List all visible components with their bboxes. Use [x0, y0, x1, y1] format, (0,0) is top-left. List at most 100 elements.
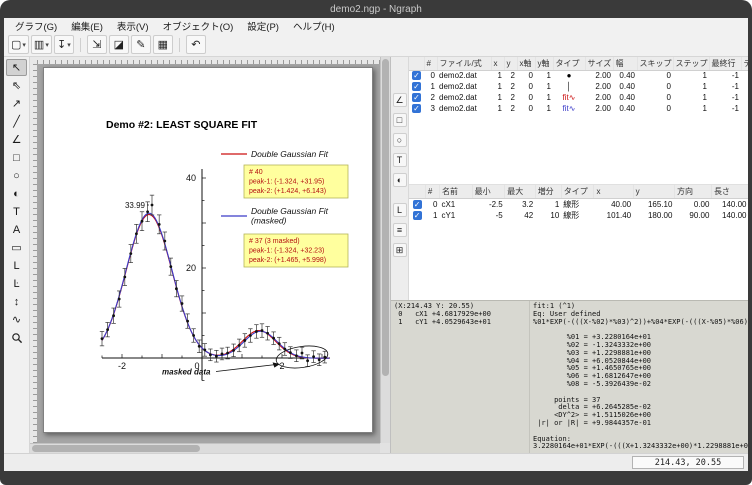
- cell: 1: [491, 92, 504, 103]
- cell: 0.40: [613, 70, 637, 81]
- data-file-row[interactable]: ✓0demo2.dat1201●2.000.4001-1: [409, 70, 748, 81]
- column-header[interactable]: ステップ: [673, 57, 709, 70]
- column-header[interactable]: y: [633, 185, 674, 198]
- menu-view[interactable]: 表示(V): [110, 19, 156, 33]
- column-header[interactable]: 最大: [505, 185, 535, 198]
- axis-pointer-tool[interactable]: ↗: [6, 95, 27, 112]
- vertical-ruler: [30, 64, 37, 443]
- row-checkbox[interactable]: ✓: [413, 211, 422, 220]
- vertical-scrollbar-thumb[interactable]: [382, 59, 389, 376]
- row-checkbox[interactable]: ✓: [412, 93, 421, 102]
- column-header[interactable]: サイズ: [585, 57, 613, 70]
- row-checkbox[interactable]: ✓: [412, 82, 421, 91]
- circle-tool[interactable]: ○: [6, 167, 27, 184]
- zoom-tool[interactable]: [6, 329, 27, 346]
- frame-graph-tool[interactable]: L: [6, 257, 27, 274]
- horizontal-scrollbar[interactable]: [30, 443, 380, 453]
- cell: 0.40: [613, 103, 637, 114]
- legend-label-0: Double Gaussian Fit: [251, 149, 329, 159]
- column-header[interactable]: スキップ: [637, 57, 673, 70]
- menu-edit[interactable]: 編集(E): [64, 19, 110, 33]
- column-header[interactable]: 長さ: [711, 185, 748, 198]
- cell: 90.00: [674, 210, 711, 221]
- column-header[interactable]: #: [425, 185, 439, 198]
- axis-list: #名前最小最大増分タイプxy方向長さ✓0cX1-2.53.21線形40.0016…: [409, 185, 748, 300]
- vertical-scrollbar[interactable]: [380, 57, 390, 443]
- plot-type-icon: │: [567, 82, 572, 91]
- load-data-button[interactable]: ▥▾: [31, 35, 52, 54]
- menu-preference[interactable]: 設定(P): [240, 19, 286, 33]
- undo-button[interactable]: ↶: [186, 35, 206, 54]
- column-header[interactable]: デー: [741, 57, 748, 70]
- axis-row[interactable]: ✓1cY1-54210線形101.40180.0090.00140.00: [409, 210, 748, 221]
- circle-objects-tab[interactable]: ○: [393, 133, 407, 147]
- dropdown-arrow-icon[interactable]: ▾: [67, 41, 71, 49]
- axis-row[interactable]: ✓0cX1-2.53.21線形40.00165.100.00140.00: [409, 198, 748, 210]
- pointer-tool[interactable]: ↖: [6, 59, 27, 76]
- column-header[interactable]: 最終行: [709, 57, 741, 70]
- rectangle-tool[interactable]: □: [6, 149, 27, 166]
- column-header[interactable]: x: [491, 57, 504, 70]
- mark-tool[interactable]: ◐: [6, 185, 27, 202]
- dropdown-arrow-icon[interactable]: ▾: [45, 41, 49, 49]
- column-header[interactable]: ファイル/式: [437, 57, 491, 70]
- column-header[interactable]: タイプ: [561, 185, 594, 198]
- axis-text-tool[interactable]: A: [6, 221, 27, 238]
- save-graph-button[interactable]: ↧▾: [54, 35, 74, 54]
- note-line: peak-2: (+1.465, +5.998): [249, 257, 326, 264]
- text-tool[interactable]: T: [6, 203, 27, 220]
- dropdown-arrow-icon[interactable]: ▾: [22, 41, 26, 49]
- line-objects-tab[interactable]: ∠: [393, 93, 407, 107]
- graph-page[interactable]: -2022040Demo #2: LEAST SQUARE FIT33.99Do…: [43, 67, 373, 433]
- note-line: peak-2: (+1.424, +6.143): [249, 188, 326, 195]
- draw-button[interactable]: ✎: [131, 35, 151, 54]
- column-header[interactable]: y: [504, 57, 517, 70]
- new-graph-button[interactable]: ▢▾: [8, 35, 29, 54]
- cell: 0: [517, 92, 535, 103]
- gauss-tool[interactable]: ∿: [6, 311, 27, 328]
- column-header[interactable]: x: [594, 185, 633, 198]
- row-checkbox[interactable]: ✓: [412, 71, 421, 80]
- axis-list-tab[interactable]: ≡: [393, 223, 407, 237]
- column-header[interactable]: 最小: [472, 185, 505, 198]
- titlebar[interactable]: demo2.ngp - Ngraph: [0, 0, 752, 18]
- row-checkbox[interactable]: ✓: [413, 200, 422, 209]
- mark-objects-tab[interactable]: ◐: [393, 173, 407, 187]
- axis-scale-zoom-button[interactable]: ⇲: [87, 35, 107, 54]
- line-tool[interactable]: ╱: [6, 113, 27, 130]
- row-checkbox[interactable]: ✓: [412, 104, 421, 113]
- merge-tab[interactable]: ⊞: [393, 243, 407, 257]
- frame-tool[interactable]: ▭: [6, 239, 27, 256]
- menu-graph[interactable]: グラフ(G): [8, 19, 64, 33]
- column-header[interactable]: 方向: [674, 185, 711, 198]
- single-axis-tool[interactable]: ↕: [6, 293, 27, 310]
- column-header[interactable]: x軸: [517, 57, 535, 70]
- column-header[interactable]: y軸: [535, 57, 553, 70]
- cell: -5: [472, 210, 505, 221]
- menu-object[interactable]: オブジェクト(O): [156, 19, 241, 33]
- data-file-row[interactable]: ✓3demo2.dat1201fit∿2.000.4001-1: [409, 103, 748, 114]
- column-header[interactable]: タイプ: [553, 57, 585, 70]
- column-header[interactable]: 幅: [613, 57, 637, 70]
- cell: 140.00: [711, 210, 748, 221]
- menu-help[interactable]: ヘルプ(H): [286, 19, 342, 33]
- polyline-tool[interactable]: ∠: [6, 131, 27, 148]
- spreadsheet-button[interactable]: ▦: [153, 35, 173, 54]
- legend-pointer-tool[interactable]: ⇖: [6, 77, 27, 94]
- column-header[interactable]: #: [424, 57, 437, 70]
- rectangle-objects-tab[interactable]: □: [393, 113, 407, 127]
- statusbar: 214.43, 20.55: [4, 453, 748, 471]
- axis-frame-tab[interactable]: L: [393, 203, 407, 217]
- cell: cX1: [439, 198, 472, 210]
- data-file-row[interactable]: ✓1demo2.dat1201│2.000.4001-1: [409, 81, 748, 92]
- cell: 165.10: [633, 198, 674, 210]
- horizontal-scrollbar-thumb[interactable]: [32, 445, 200, 452]
- text-objects-tab[interactable]: T: [393, 153, 407, 167]
- column-header[interactable]: 増分: [535, 185, 561, 198]
- data-file-row[interactable]: ✓2demo2.dat1201fit∿2.000.4001-1: [409, 92, 748, 103]
- column-header[interactable]: 名前: [439, 185, 472, 198]
- section-graph-tool[interactable]: Ŀ: [6, 275, 27, 292]
- cell: -1: [709, 70, 741, 81]
- canvas-viewport[interactable]: -2022040Demo #2: LEAST SQUARE FIT33.99Do…: [37, 64, 380, 443]
- data-clear-button[interactable]: ◪: [109, 35, 129, 54]
